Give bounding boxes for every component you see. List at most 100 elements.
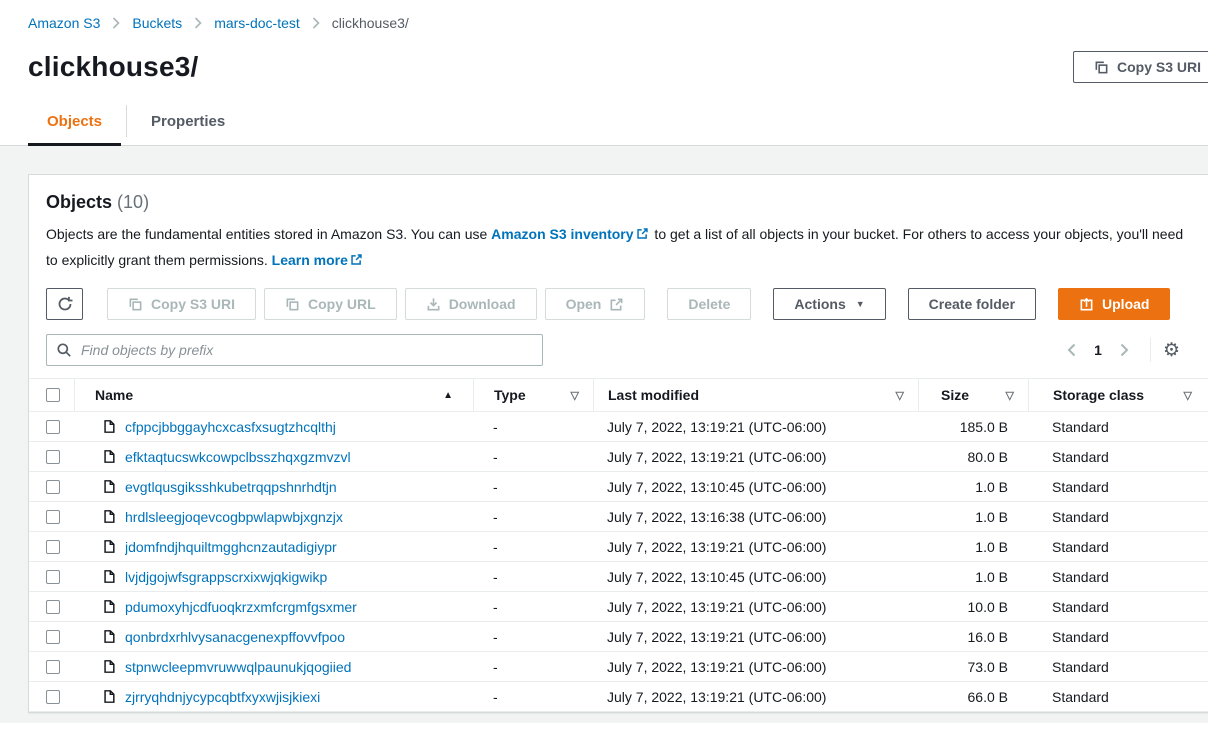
objects-toolbar: Copy S3 URI Copy URL Download Open bbox=[46, 288, 1194, 320]
filter-icon[interactable]: ▽ bbox=[1006, 389, 1014, 402]
object-name-link[interactable]: hrdlsleegjoqevcogbpwlapwbjxgnzjx bbox=[125, 509, 343, 525]
filter-icon[interactable]: ▽ bbox=[896, 389, 904, 402]
object-name-link[interactable]: zjrryqhdnjycypcqbtfxyxwjisjkiexi bbox=[125, 689, 320, 705]
row-checkbox[interactable] bbox=[46, 450, 60, 464]
header-name[interactable]: Name ▲ bbox=[74, 379, 473, 411]
refresh-button[interactable] bbox=[46, 288, 83, 320]
sort-ascending-icon[interactable]: ▲ bbox=[443, 390, 453, 401]
row-checkbox[interactable] bbox=[46, 480, 60, 494]
object-name-link[interactable]: cfppcjbbggayhcxcasfxsugtzhcqlthj bbox=[125, 419, 336, 435]
row-checkbox-cell bbox=[29, 570, 74, 584]
row-checkbox[interactable] bbox=[46, 660, 60, 674]
settings-gear-icon[interactable]: ⚙ bbox=[1163, 341, 1180, 360]
upload-button[interactable]: Upload bbox=[1058, 288, 1170, 320]
chevron-down-icon: ▼ bbox=[856, 300, 865, 309]
copy-url-button[interactable]: Copy URL bbox=[264, 288, 397, 320]
row-size-cell: 1.0 B bbox=[918, 479, 1028, 495]
create-folder-button[interactable]: Create folder bbox=[908, 288, 1036, 320]
row-size-cell: 1.0 B bbox=[918, 539, 1028, 555]
breadcrumb-item-buckets[interactable]: Buckets bbox=[132, 15, 182, 31]
external-link-icon bbox=[609, 297, 624, 312]
table-row: lvjdjgojwfsgrappscrxixwjqkigwikp - July … bbox=[29, 562, 1208, 592]
download-button[interactable]: Download bbox=[405, 288, 537, 320]
document-icon bbox=[102, 599, 116, 614]
object-name-link[interactable]: jdomfndjhquiltmgghcnzautadigiypr bbox=[125, 539, 337, 555]
header-size[interactable]: Size ▽ bbox=[918, 379, 1028, 411]
panel-title: Objects bbox=[46, 192, 112, 212]
filter-icon[interactable]: ▽ bbox=[571, 389, 579, 402]
header-storage-class[interactable]: Storage class ▽ bbox=[1028, 379, 1208, 411]
row-type-cell: - bbox=[473, 509, 593, 525]
learn-more-link[interactable]: Learn more bbox=[272, 252, 348, 268]
breadcrumb-item-current: clickhouse3/ bbox=[332, 15, 409, 31]
row-checkbox[interactable] bbox=[46, 630, 60, 644]
table-row: efktaqtucswkcowpclbsszhqxgzmvzvl - July … bbox=[29, 442, 1208, 472]
objects-panel: Objects (10) Objects are the fundamental… bbox=[28, 174, 1208, 713]
document-icon bbox=[102, 569, 116, 584]
row-name-cell: hrdlsleegjoqevcogbpwlapwbjxgnzjx bbox=[74, 509, 473, 525]
copy-s3-uri-button[interactable]: Copy S3 URI bbox=[107, 288, 256, 320]
description-text: Objects are the fundamental entities sto… bbox=[46, 226, 491, 242]
search-box bbox=[46, 334, 543, 366]
table-row: jdomfndjhquiltmgghcnzautadigiypr - July … bbox=[29, 532, 1208, 562]
table-row: stpnwcleepmvruwwqlpaunukjqogiied - July … bbox=[29, 652, 1208, 682]
download-label: Download bbox=[449, 296, 516, 312]
row-storage-class-cell: Standard bbox=[1028, 479, 1208, 495]
document-icon bbox=[102, 629, 116, 644]
object-name-link[interactable]: pdumoxyhjcdfuoqkrzxmfcrgmfgsxmer bbox=[125, 599, 357, 615]
row-type-cell: - bbox=[473, 539, 593, 555]
object-name-link[interactable]: qonbrdxrhlvysanacgenexpffovvfpoo bbox=[125, 629, 345, 645]
row-checkbox[interactable] bbox=[46, 510, 60, 524]
filter-icon[interactable]: ▽ bbox=[1184, 389, 1192, 402]
row-checkbox[interactable] bbox=[46, 600, 60, 614]
content-area: Objects (10) Objects are the fundamental… bbox=[0, 146, 1208, 723]
previous-page-button[interactable] bbox=[1058, 337, 1084, 363]
header-checkbox-cell bbox=[29, 388, 74, 402]
object-name-link[interactable]: efktaqtucswkcowpclbsszhqxgzmvzvl bbox=[125, 449, 351, 465]
page-title: clickhouse3/ bbox=[28, 51, 198, 83]
row-last-modified-cell: July 7, 2022, 13:19:21 (UTC-06:00) bbox=[593, 539, 918, 555]
object-name-link[interactable]: stpnwcleepmvruwwqlpaunukjqogiied bbox=[125, 659, 351, 675]
current-page-number[interactable]: 1 bbox=[1088, 342, 1108, 358]
delete-label: Delete bbox=[688, 296, 730, 312]
row-last-modified-cell: July 7, 2022, 13:10:45 (UTC-06:00) bbox=[593, 479, 918, 495]
amazon-s3-inventory-link[interactable]: Amazon S3 inventory bbox=[491, 226, 633, 242]
header-last-modified[interactable]: Last modified ▽ bbox=[593, 379, 918, 411]
row-type-cell: - bbox=[473, 629, 593, 645]
row-size-cell: 1.0 B bbox=[918, 569, 1028, 585]
header-type[interactable]: Type ▽ bbox=[473, 379, 593, 411]
row-name-cell: pdumoxyhjcdfuoqkrzxmfcrgmfgsxmer bbox=[74, 599, 473, 615]
row-size-cell: 10.0 B bbox=[918, 599, 1028, 615]
tab-objects[interactable]: Objects bbox=[28, 97, 121, 145]
tab-properties[interactable]: Properties bbox=[132, 97, 244, 145]
row-checkbox[interactable] bbox=[46, 690, 60, 704]
row-size-cell: 185.0 B bbox=[918, 419, 1028, 435]
copy-s3-uri-label: Copy S3 URI bbox=[151, 296, 235, 312]
copy-s3-uri-header-button[interactable]: Copy S3 URI bbox=[1073, 51, 1208, 83]
object-name-link[interactable]: lvjdjgojwfsgrappscrxixwjqkigwikp bbox=[125, 569, 327, 585]
row-type-cell: - bbox=[473, 659, 593, 675]
tab-bar: Objects Properties bbox=[0, 97, 1208, 146]
breadcrumb-item-bucket[interactable]: mars-doc-test bbox=[214, 15, 300, 31]
row-last-modified-cell: July 7, 2022, 13:19:21 (UTC-06:00) bbox=[593, 449, 918, 465]
object-name-link[interactable]: evgtlqusgiksshkubetrqqpshnrhdtjn bbox=[125, 479, 337, 495]
row-checkbox[interactable] bbox=[46, 540, 60, 554]
next-page-button[interactable] bbox=[1112, 337, 1138, 363]
row-size-cell: 80.0 B bbox=[918, 449, 1028, 465]
panel-description: Objects are the fundamental entities sto… bbox=[46, 221, 1194, 273]
select-all-checkbox[interactable] bbox=[46, 388, 60, 402]
document-icon bbox=[102, 509, 116, 524]
find-objects-input[interactable] bbox=[46, 334, 543, 366]
external-link-icon bbox=[636, 227, 649, 240]
open-button[interactable]: Open bbox=[545, 288, 646, 320]
row-checkbox-cell bbox=[29, 660, 74, 674]
upload-icon bbox=[1079, 297, 1094, 312]
actions-button[interactable]: Actions ▼ bbox=[773, 288, 885, 320]
row-checkbox[interactable] bbox=[46, 570, 60, 584]
breadcrumb-item-amazon-s3[interactable]: Amazon S3 bbox=[28, 15, 100, 31]
row-name-cell: qonbrdxrhlvysanacgenexpffovvfpoo bbox=[74, 629, 473, 645]
row-checkbox[interactable] bbox=[46, 420, 60, 434]
object-count: (10) bbox=[117, 192, 149, 212]
header-size-label: Size bbox=[941, 387, 969, 403]
delete-button[interactable]: Delete bbox=[667, 288, 751, 320]
